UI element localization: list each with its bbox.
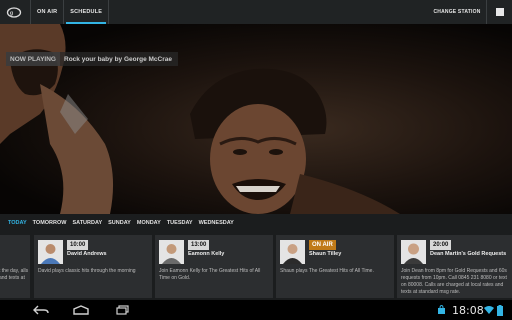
presenter-name: Shaun Tilley [309, 251, 342, 257]
system-navigation-bar: 18:08 [0, 300, 512, 320]
day-tab-wednesday[interactable]: WEDNESDAY [196, 214, 237, 232]
overflow-menu-button[interactable] [486, 0, 512, 24]
shopping-bag-icon [438, 305, 445, 314]
show-time: 10:00 [67, 240, 89, 250]
now-playing-label: NOW PLAYING [6, 52, 60, 66]
show-time: 20:00 [430, 240, 452, 250]
now-playing-track: Rock your baby by George McCrae [64, 55, 173, 63]
presenter-avatar [38, 240, 63, 264]
day-tab-tuesday[interactable]: TUESDAY [164, 214, 196, 232]
show-description: Join Eamonn Kelly for The Greatest Hits … [159, 268, 261, 281]
presenter-avatar [159, 240, 184, 264]
tab-on-air[interactable]: ON AIR [31, 0, 63, 24]
battery-icon [497, 305, 503, 316]
menu-square-icon [495, 8, 504, 16]
tab-schedule[interactable]: SCHEDULE [64, 0, 108, 24]
divider [108, 0, 110, 24]
presenter-name: Eamonn Kelly [188, 251, 225, 257]
now-playing-bar: NOW PLAYING Rock your baby by George McC… [6, 52, 179, 66]
day-tab-monday[interactable]: MONDAY [134, 214, 164, 232]
svg-text:g: g [10, 10, 13, 16]
schedule-card[interactable]: 10:00 David Andrews David plays classic … [34, 235, 152, 298]
presenter-avatar [280, 240, 305, 264]
schedule-list: t the day, alls and texts at 10:00 David… [0, 232, 512, 300]
day-tab-tomorrow[interactable]: TOMORROW [30, 214, 70, 232]
back-icon[interactable] [30, 304, 52, 316]
presenter-avatar [401, 240, 426, 264]
home-icon[interactable] [70, 304, 92, 316]
action-bar: g ON AIR SCHEDULE CHANGE STATION [0, 0, 512, 24]
change-station-button[interactable]: CHANGE STATION [428, 0, 486, 24]
on-air-badge: ON AIR [309, 240, 336, 250]
day-tab-saturday[interactable]: SATURDAY [69, 214, 105, 232]
schedule-card[interactable]: 20:00 Dean Martin's Gold Requests Join D… [397, 235, 512, 298]
show-description: Shaun plays The Greatest Hits of All Tim… [280, 268, 374, 274]
show-description: Join Dean from 8pm for Gold Requests and… [401, 268, 507, 295]
presenter-name: David Andrews [67, 251, 107, 257]
wifi-icon [484, 306, 494, 314]
gold-radio-logo[interactable]: g [5, 6, 23, 18]
status-icons [437, 305, 446, 315]
show-description: David plays classic hits through the mor… [38, 268, 136, 274]
show-time: 13:00 [188, 240, 210, 250]
schedule-card[interactable]: 13:00 Eamonn Kelly Join Eamonn Kelly for… [155, 235, 273, 298]
day-tab-today[interactable]: TODAY [5, 214, 30, 232]
day-tabs: TODAY TOMORROW SATURDAY SUNDAY MONDAY TUESDAY… [0, 214, 512, 232]
show-description: t the day, alls and texts at [0, 268, 29, 281]
presenter-name: Dean Martin's Gold Requests [430, 251, 507, 257]
schedule-card-on-air[interactable]: ON AIR Shaun Tilley Shaun plays The Grea… [276, 235, 394, 298]
day-tab-sunday[interactable]: SUNDAY [105, 214, 134, 232]
artist-image: NOW PLAYING Rock your baby by George McC… [0, 24, 512, 214]
clock: 18:08 [452, 304, 484, 317]
schedule-card-partial[interactable]: t the day, alls and texts at [0, 235, 30, 298]
recent-apps-icon[interactable] [112, 304, 134, 316]
